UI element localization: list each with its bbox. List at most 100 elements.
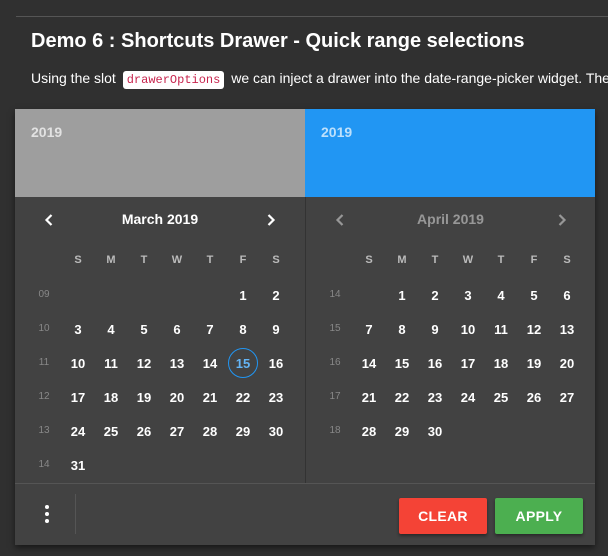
day-cell[interactable]: 21 — [195, 382, 225, 412]
week-number: 09 — [38, 289, 50, 300]
day-cell[interactable]: 23 — [261, 382, 291, 412]
weekday-label: M — [106, 254, 116, 266]
day-cell-today[interactable]: 15 — [228, 348, 258, 378]
day-cell[interactable]: 21 — [354, 382, 384, 412]
day-cell[interactable]: 29 — [228, 416, 258, 446]
day-cell[interactable]: 22 — [228, 382, 258, 412]
demo-description: Using the slot drawerOptions we can inje… — [31, 70, 608, 89]
day-cell[interactable]: 19 — [129, 382, 159, 412]
chevron-right-icon — [558, 214, 567, 226]
apply-button[interactable]: APPLY — [495, 498, 583, 534]
day-cell[interactable]: 12 — [519, 314, 549, 344]
weekday-label: F — [239, 254, 247, 266]
day-cell[interactable]: 26 — [129, 416, 159, 446]
day-cell[interactable]: 23 — [420, 382, 450, 412]
day-cell[interactable]: 10 — [63, 348, 93, 378]
day-cell[interactable]: 5 — [519, 280, 549, 310]
weekday-label: S — [74, 254, 82, 266]
day-cell[interactable]: 11 — [96, 348, 126, 378]
day-cell[interactable]: 4 — [486, 280, 516, 310]
day-cell[interactable]: 9 — [420, 314, 450, 344]
day-cell[interactable]: 28 — [354, 416, 384, 446]
day-cell[interactable]: 14 — [354, 348, 384, 378]
day-cell[interactable]: 18 — [486, 348, 516, 378]
day-cell[interactable]: 12 — [129, 348, 159, 378]
day-cell[interactable]: 1 — [228, 280, 258, 310]
next-month-button[interactable] — [258, 207, 284, 233]
weekday-label: W — [462, 254, 474, 266]
week-number: 14 — [38, 459, 50, 470]
day-cell[interactable]: 4 — [96, 314, 126, 344]
day-cell[interactable]: 29 — [387, 416, 417, 446]
day-cell[interactable]: 22 — [387, 382, 417, 412]
day-cell[interactable]: 16 — [420, 348, 450, 378]
day-cell[interactable]: 17 — [63, 382, 93, 412]
day-cell[interactable]: 25 — [486, 382, 516, 412]
day-cell[interactable]: 15 — [387, 348, 417, 378]
end-year-label[interactable]: 2019 — [321, 124, 352, 140]
day-cell[interactable]: 9 — [261, 314, 291, 344]
day-cell[interactable]: 24 — [63, 416, 93, 446]
day-cell[interactable]: 3 — [63, 314, 93, 344]
day-cell[interactable]: 20 — [162, 382, 192, 412]
weekday-label: S — [365, 254, 373, 266]
day-cell[interactable]: 28 — [195, 416, 225, 446]
right-calendar: April 2019 S M T W T F S 14 15 16 17 18 1 2 3 4 5 6 7 8 9 10 1… — [305, 197, 595, 483]
weekday-label: T — [140, 254, 148, 266]
day-cell[interactable]: 10 — [453, 314, 483, 344]
day-cell[interactable]: 27 — [552, 382, 582, 412]
day-cell[interactable]: 7 — [354, 314, 384, 344]
day-cell[interactable]: 27 — [162, 416, 192, 446]
weekday-label: T — [206, 254, 214, 266]
day-cell[interactable]: 30 — [420, 416, 450, 446]
day-cell[interactable]: 16 — [261, 348, 291, 378]
day-cell[interactable]: 18 — [96, 382, 126, 412]
week-number: 14 — [329, 289, 341, 300]
day-cell[interactable]: 2 — [261, 280, 291, 310]
weekday-label: S — [563, 254, 571, 266]
weekday-label: T — [431, 254, 439, 266]
page-title: Demo 6 : Shortcuts Drawer - Quick range … — [31, 30, 525, 52]
chevron-right-icon — [267, 214, 276, 226]
week-number: 11 — [38, 357, 50, 368]
day-cell[interactable]: 6 — [162, 314, 192, 344]
day-cell[interactable]: 6 — [552, 280, 582, 310]
end-date-header[interactable]: 2019 — [305, 109, 595, 197]
day-cell[interactable]: 7 — [195, 314, 225, 344]
weekday-label: S — [272, 254, 280, 266]
day-cell[interactable]: 31 — [63, 450, 93, 480]
day-cell[interactable]: 5 — [129, 314, 159, 344]
clear-button[interactable]: CLEAR — [399, 498, 487, 534]
week-number: 16 — [329, 357, 341, 368]
top-divider — [16, 16, 608, 17]
footer-divider — [75, 494, 76, 534]
day-cell[interactable]: 14 — [195, 348, 225, 378]
right-next-month-button[interactable] — [549, 207, 575, 233]
week-number: 10 — [38, 323, 50, 334]
code-snippet: drawerOptions — [122, 71, 225, 89]
day-cell[interactable]: 19 — [519, 348, 549, 378]
day-cell[interactable]: 30 — [261, 416, 291, 446]
description-text-end: we can inject a drawer into the date-ran… — [231, 70, 608, 86]
description-text-start: Using the slot — [31, 70, 116, 86]
day-cell[interactable]: 8 — [387, 314, 417, 344]
start-date-header[interactable]: 2019 — [15, 109, 305, 197]
day-cell[interactable]: 3 — [453, 280, 483, 310]
left-calendar: March 2019 S M T W T F S 09 10 11 12 13 14 1 2 3 4 5 6 7 8 9 1… — [15, 197, 305, 483]
day-cell[interactable]: 13 — [162, 348, 192, 378]
day-cell[interactable]: 11 — [486, 314, 516, 344]
day-cell[interactable]: 2 — [420, 280, 450, 310]
day-cell[interactable]: 25 — [96, 416, 126, 446]
picker-footer: CLEAR APPLY — [15, 483, 595, 545]
day-cell[interactable]: 8 — [228, 314, 258, 344]
week-number: 15 — [329, 323, 341, 334]
day-cell[interactable]: 26 — [519, 382, 549, 412]
day-cell[interactable]: 17 — [453, 348, 483, 378]
day-cell[interactable]: 20 — [552, 348, 582, 378]
more-vert-icon[interactable] — [35, 502, 59, 526]
day-cell[interactable]: 13 — [552, 314, 582, 344]
start-year-label[interactable]: 2019 — [31, 124, 62, 140]
weekday-label: T — [497, 254, 505, 266]
day-cell[interactable]: 24 — [453, 382, 483, 412]
day-cell[interactable]: 1 — [387, 280, 417, 310]
